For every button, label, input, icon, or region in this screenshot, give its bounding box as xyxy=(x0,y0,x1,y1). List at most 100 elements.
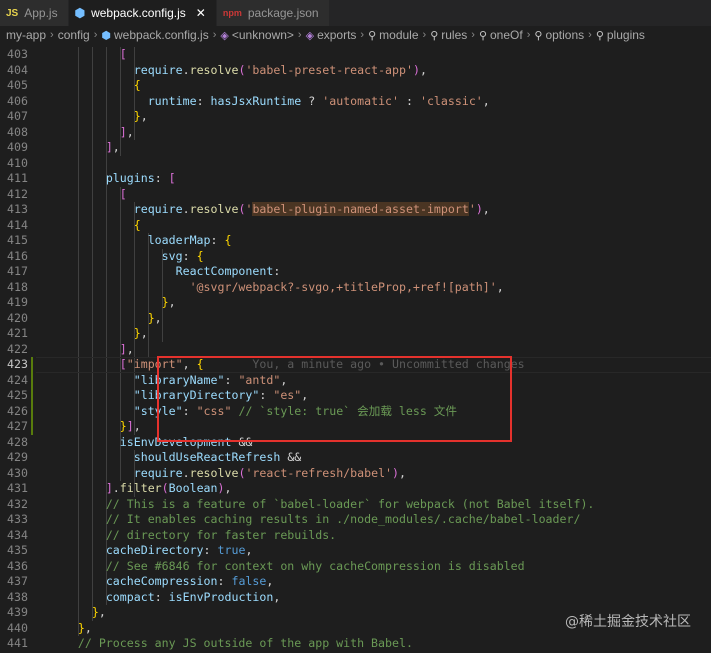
code-line[interactable]: 433 // It enables caching results in ./n… xyxy=(0,512,711,528)
chevron-right-icon: › xyxy=(588,29,592,41)
close-icon[interactable]: ✕ xyxy=(196,6,206,20)
highlight-annotation-box xyxy=(157,356,512,442)
breadcrumb-item[interactable]: ⚲ plugins xyxy=(596,28,645,42)
line-number: 418 xyxy=(7,279,28,294)
code-line[interactable]: 406 runtime: hasJsxRuntime ? 'automatic'… xyxy=(0,94,711,110)
line-number: 412 xyxy=(7,186,28,201)
code-line[interactable]: 432 // This is a feature of `babel-loade… xyxy=(0,497,711,513)
breadcrumb-item[interactable]: config xyxy=(58,28,90,42)
line-number: 403 xyxy=(7,47,28,61)
code-line[interactable]: 409 ], xyxy=(0,140,711,156)
code-text: // See #6846 for context on why cacheCom… xyxy=(105,558,525,573)
code-line[interactable]: 419 }, xyxy=(0,295,711,311)
breadcrumb-item[interactable]: ⚲ module xyxy=(368,28,418,42)
line-number: 432 xyxy=(7,496,28,511)
line-number: 440 xyxy=(7,620,28,635)
code-text: [ xyxy=(119,47,127,61)
line-number: 435 xyxy=(7,543,28,557)
code-text: ], xyxy=(105,140,120,154)
line-number: 409 xyxy=(7,140,28,154)
line-number: 425 xyxy=(7,388,28,402)
code-line[interactable]: 441 // Process any JS outside of the app… xyxy=(0,636,711,652)
wrench-icon: ⚲ xyxy=(595,29,604,42)
code-line[interactable]: 429 shouldUseReactRefresh && xyxy=(0,450,711,466)
code-text: ].filter(Boolean), xyxy=(105,481,232,495)
code-text: compact: isEnvProduction, xyxy=(105,589,281,604)
code-text: // Process any JS outside of the app wit… xyxy=(77,636,413,650)
code-line[interactable]: 416 svg: { xyxy=(0,249,711,265)
code-text: cacheDirectory: true, xyxy=(105,543,253,557)
code-text: ], xyxy=(119,341,134,356)
code-line[interactable]: 431 ].filter(Boolean), xyxy=(0,481,711,497)
line-number: 431 xyxy=(7,481,28,495)
code-text: shouldUseReactRefresh && xyxy=(133,450,302,464)
line-number: 407 xyxy=(7,109,28,123)
code-line[interactable]: 414 { xyxy=(0,218,711,234)
code-line[interactable]: 434 // directory for faster rebuilds. xyxy=(0,528,711,544)
editor-tab-bar: JS App.js ⬢ webpack.config.js ✕ npm pack… xyxy=(0,0,711,26)
line-number: 416 xyxy=(7,248,28,263)
code-line[interactable]: 435 cacheDirectory: true, xyxy=(0,543,711,559)
chevron-right-icon: › xyxy=(93,29,98,41)
code-line[interactable]: 404 require.resolve('babel-preset-react-… xyxy=(0,63,711,79)
code-line[interactable]: 436 // See #6846 for context on why cach… xyxy=(0,559,711,575)
tab-webpack-config[interactable]: ⬢ webpack.config.js ✕ xyxy=(68,0,217,26)
tab-app-js[interactable]: JS App.js xyxy=(0,0,69,26)
code-editor[interactable]: 403 [404 require.resolve('babel-preset-r… xyxy=(0,44,711,653)
code-text: }, xyxy=(147,310,162,325)
line-number: 436 xyxy=(7,558,28,573)
code-line[interactable]: 405 { xyxy=(0,78,711,94)
line-number: 422 xyxy=(7,341,28,356)
code-line[interactable]: 403 [ xyxy=(0,47,711,63)
code-line[interactable]: 420 }, xyxy=(0,311,711,327)
code-text: { xyxy=(133,217,141,232)
breadcrumb-item[interactable]: my-app xyxy=(6,28,46,42)
breadcrumb-item[interactable]: ⚲ oneOf xyxy=(479,28,523,42)
line-number: 413 xyxy=(7,202,28,216)
line-number: 405 xyxy=(7,78,28,92)
chevron-right-icon: › xyxy=(422,29,427,41)
breadcrumb-item[interactable]: ⚲ rules xyxy=(430,28,467,42)
breadcrumb-item[interactable]: ◈ exports xyxy=(306,28,357,42)
line-number: 423 xyxy=(7,357,28,371)
tab-label: App.js xyxy=(24,6,58,20)
code-line[interactable]: 407 }, xyxy=(0,109,711,125)
wrench-icon: ⚲ xyxy=(534,29,543,42)
code-line[interactable]: 415 loaderMap: { xyxy=(0,233,711,249)
code-line[interactable]: 438 compact: isEnvProduction, xyxy=(0,590,711,606)
code-line[interactable]: 417 ReactComponent: xyxy=(0,264,711,280)
breadcrumb-item[interactable]: ⬢ webpack.config.js xyxy=(101,28,208,42)
code-line[interactable]: 411 plugins: [ xyxy=(0,171,711,187)
line-number: 415 xyxy=(7,233,28,247)
breadcrumb: my-app › config › ⬢ webpack.config.js › ◈… xyxy=(0,26,711,44)
breadcrumb-item[interactable]: ⚲ options xyxy=(534,28,584,42)
code-text: }, xyxy=(133,109,148,123)
code-line[interactable]: 422 ], xyxy=(0,342,711,358)
line-number: 426 xyxy=(7,403,28,418)
line-number: 438 xyxy=(7,589,28,604)
code-line[interactable]: 437 cacheCompression: false, xyxy=(0,574,711,590)
code-text: // It enables caching results in ./node_… xyxy=(105,512,581,526)
code-line[interactable]: 413 require.resolve('babel-plugin-named-… xyxy=(0,202,711,218)
code-line[interactable]: 430 require.resolve('react-refresh/babel… xyxy=(0,466,711,482)
breadcrumb-item[interactable]: ◈ <unknown> xyxy=(220,28,294,42)
code-line[interactable]: 412 [ xyxy=(0,187,711,203)
chevron-right-icon: › xyxy=(471,29,475,41)
tab-package-json[interactable]: npm package.json xyxy=(216,0,330,26)
code-line[interactable]: 418 '@svgr/webpack?-svgo,+titleProp,+ref… xyxy=(0,280,711,296)
line-number: 433 xyxy=(7,512,28,526)
line-number: 406 xyxy=(7,93,28,108)
line-number: 424 xyxy=(7,372,28,387)
code-line[interactable]: 421 }, xyxy=(0,326,711,342)
code-line[interactable]: 410 xyxy=(0,156,711,172)
code-text: require.resolve('react-refresh/babel'), xyxy=(133,465,407,480)
code-text: }, xyxy=(133,326,148,340)
tab-label: package.json xyxy=(247,6,319,20)
cube-icon: ◈ xyxy=(305,29,315,42)
line-number: 430 xyxy=(7,465,28,480)
code-text: loaderMap: { xyxy=(147,233,232,247)
code-text: ReactComponent: xyxy=(175,264,281,278)
code-line[interactable]: 408 ], xyxy=(0,125,711,141)
code-text: require.resolve('babel-plugin-named-asse… xyxy=(133,202,490,216)
line-number: 420 xyxy=(7,310,28,325)
